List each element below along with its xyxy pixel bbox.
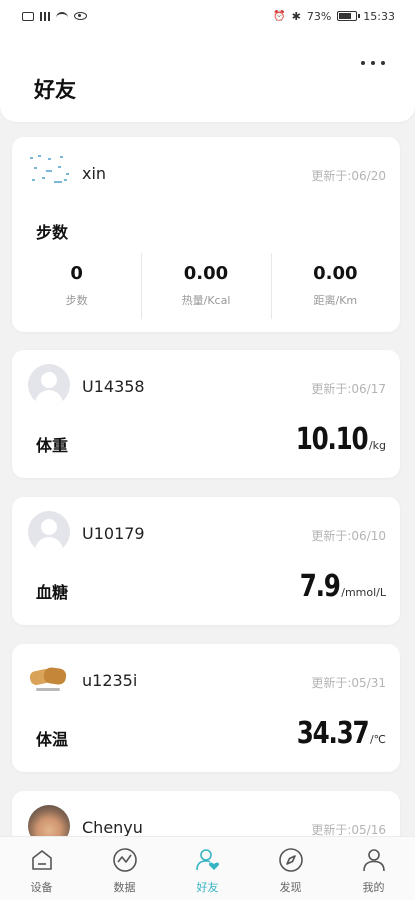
stat-value: 0.00 bbox=[313, 263, 358, 284]
friend-name: Chenyu bbox=[82, 818, 143, 837]
stat-calories: 0.00 热量/Kcal bbox=[141, 249, 270, 319]
nav-item-profile[interactable]: 我的 bbox=[332, 837, 415, 900]
updated-date: 更新于:06/17 bbox=[311, 382, 386, 396]
home-icon bbox=[31, 850, 52, 870]
metric-number: 34.37 bbox=[296, 716, 369, 751]
avatar bbox=[28, 153, 72, 189]
battery-fill bbox=[339, 13, 351, 19]
avatar bbox=[28, 666, 68, 694]
friend-name: xin bbox=[82, 164, 107, 183]
stat-label: 步数 bbox=[65, 294, 88, 307]
friends-heart-icon bbox=[195, 849, 219, 871]
friend-card-u10179[interactable]: U10179 更新于:06/10 血糖 7.9 /mmol/L bbox=[12, 497, 400, 625]
updated-date: 更新于:05/31 bbox=[311, 676, 386, 690]
status-bar: ⏰ ✱ 73% 15:33 bbox=[0, 0, 415, 32]
avatar-body bbox=[35, 390, 63, 406]
battery-percent: 73% bbox=[306, 9, 332, 23]
nav-label: 好友 bbox=[196, 881, 219, 894]
friend-name: U10179 bbox=[82, 524, 145, 543]
signal-icon bbox=[40, 11, 50, 21]
metric-unit: /℃ bbox=[369, 733, 386, 746]
friend-card-u14358[interactable]: U14358 更新于:06/17 体重 10.10 /kg bbox=[12, 350, 400, 478]
bluetooth-icon: ✱ bbox=[291, 9, 301, 23]
nav-item-friends[interactable]: 好友 bbox=[166, 837, 249, 900]
metric-label: 体重 bbox=[36, 436, 69, 455]
stat-label: 距离/Km bbox=[313, 294, 358, 307]
page-title: 好友 bbox=[34, 78, 76, 102]
nav-label: 发现 bbox=[279, 881, 302, 894]
friend-card-u1235i[interactable]: u1235i 更新于:05/31 体温 34.37 /℃ bbox=[12, 644, 400, 772]
metric-value: 7.9 /mmol/L bbox=[291, 569, 386, 604]
alarm-icon: ⏰ bbox=[273, 10, 286, 22]
nav-label: 我的 bbox=[362, 881, 385, 894]
bottom-nav: 设备 数据 好友 发现 我的 bbox=[0, 836, 415, 900]
eye-icon bbox=[74, 12, 87, 20]
avatar-head bbox=[41, 372, 57, 388]
friend-card-xin[interactable]: xin 更新于:06/20 步数 0 步数 0.00 热量/Kcal 0.00 … bbox=[12, 137, 400, 332]
metric-label: 血糖 bbox=[36, 583, 69, 602]
wifi-icon bbox=[56, 11, 68, 21]
updated-date: 更新于:06/20 bbox=[311, 169, 386, 183]
stats-row: 0 步数 0.00 热量/Kcal 0.00 距离/Km bbox=[12, 249, 400, 319]
metric-label: 步数 bbox=[36, 223, 69, 242]
metric-value: 10.10 /kg bbox=[280, 422, 386, 457]
stat-distance: 0.00 距离/Km bbox=[270, 249, 400, 319]
battery-icon bbox=[337, 11, 361, 21]
avatar bbox=[28, 364, 70, 406]
more-options-button[interactable] bbox=[361, 56, 385, 70]
metric-label: 体温 bbox=[36, 730, 69, 749]
metric-unit: /mmol/L bbox=[341, 586, 386, 599]
nav-item-data[interactable]: 数据 bbox=[83, 837, 166, 900]
more-dot-icon bbox=[371, 61, 375, 65]
avatar-head bbox=[41, 519, 57, 535]
metric-number: 10.10 bbox=[295, 422, 368, 457]
nav-item-devices[interactable]: 设备 bbox=[0, 837, 83, 900]
chart-icon bbox=[112, 848, 137, 872]
nav-label: 数据 bbox=[113, 881, 136, 894]
more-dot-icon bbox=[361, 61, 365, 65]
stat-steps: 0 步数 bbox=[12, 249, 141, 319]
updated-date: 更新于:06/10 bbox=[311, 529, 386, 543]
metric-number: 7.9 bbox=[299, 569, 340, 604]
status-right: ⏰ ✱ 73% 15:33 bbox=[273, 10, 395, 23]
header: 好友 bbox=[0, 32, 415, 122]
avatar-body bbox=[35, 537, 63, 553]
nav-item-discover[interactable]: 发现 bbox=[249, 837, 332, 900]
stat-value: 0 bbox=[70, 263, 83, 284]
stat-label: 热量/Kcal bbox=[181, 294, 231, 307]
compass-icon bbox=[278, 848, 303, 872]
clock: 15:33 bbox=[363, 9, 395, 23]
avatar bbox=[28, 511, 70, 553]
stat-value: 0.00 bbox=[183, 263, 229, 284]
sim-icon bbox=[22, 11, 34, 21]
friend-name: U14358 bbox=[82, 377, 145, 396]
more-dot-icon bbox=[381, 61, 385, 65]
status-left bbox=[22, 11, 87, 21]
nav-label: 设备 bbox=[30, 881, 53, 894]
person-icon bbox=[362, 849, 385, 872]
metric-value: 34.37 /℃ bbox=[281, 716, 386, 751]
metric-unit: /kg bbox=[368, 439, 386, 452]
friend-name: u1235i bbox=[82, 671, 138, 690]
